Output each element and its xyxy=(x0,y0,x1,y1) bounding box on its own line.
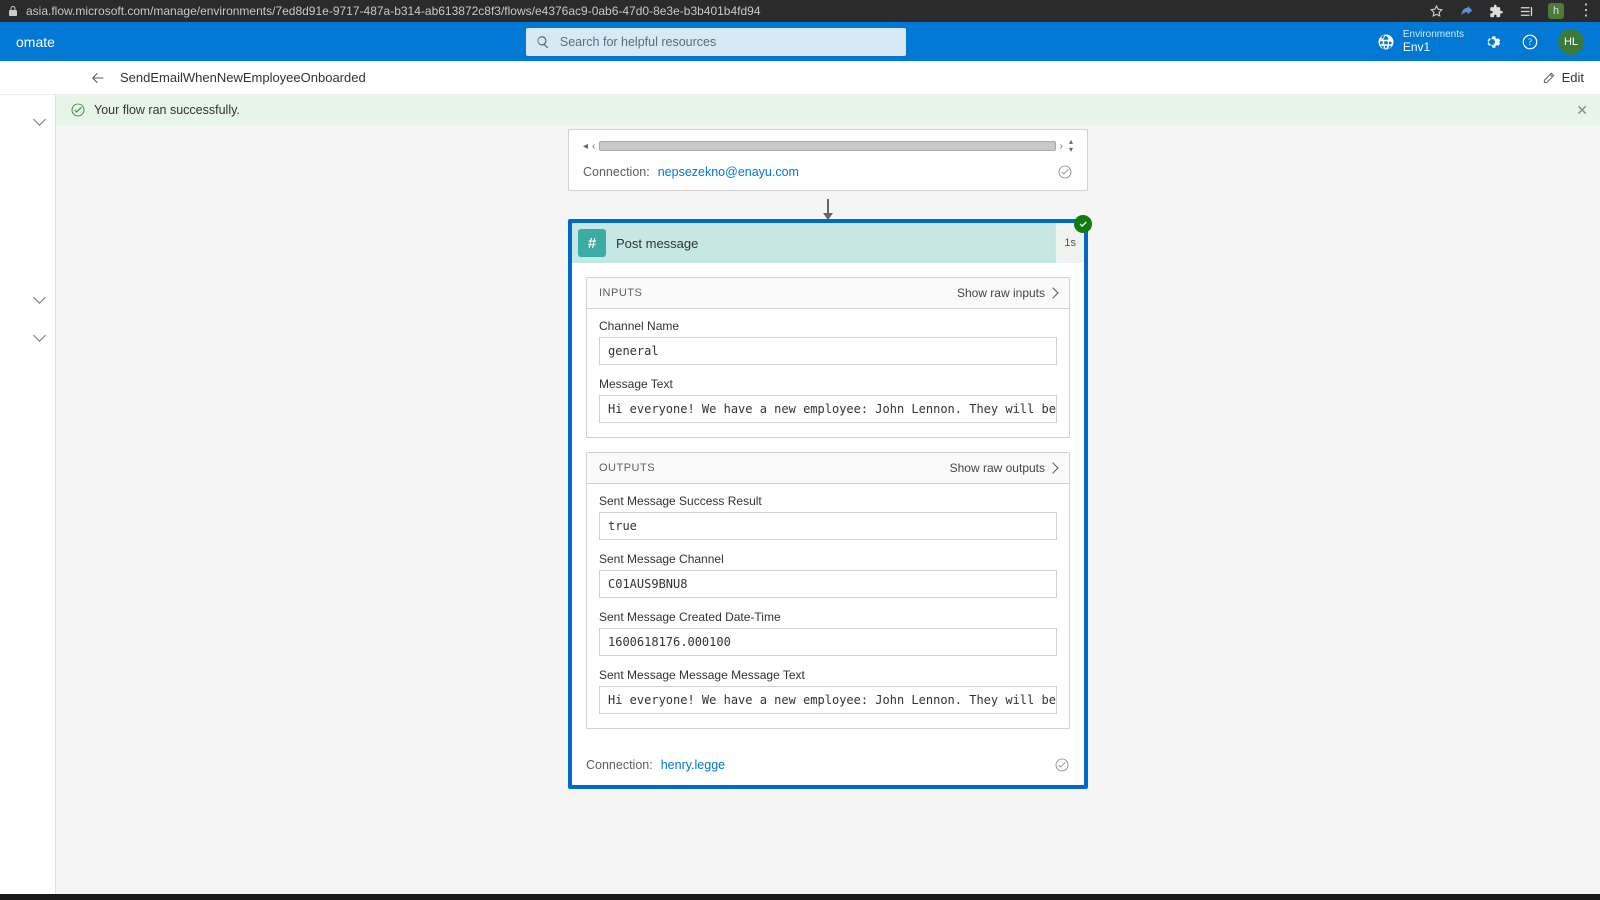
inputs-section: INPUTS Show raw inputs Channel Name gene… xyxy=(586,277,1070,438)
step-body: INPUTS Show raw inputs Channel Name gene… xyxy=(572,263,1084,753)
connection-link[interactable]: nepsezekno@enayu.com xyxy=(658,165,799,179)
connector-arrow xyxy=(568,191,1088,219)
extensions-icon[interactable] xyxy=(1488,3,1504,19)
browser-chrome: asia.flow.microsoft.com/manage/environme… xyxy=(0,0,1600,22)
chevron-down-icon xyxy=(35,293,45,303)
chevron-right-icon xyxy=(1047,287,1058,298)
env-name: Env1 xyxy=(1403,40,1464,54)
search-wrap xyxy=(55,28,1377,56)
address-bar[interactable]: asia.flow.microsoft.com/manage/environme… xyxy=(26,4,1428,18)
extension-badge[interactable]: h xyxy=(1548,3,1564,19)
outputs-label: OUTPUTS xyxy=(599,462,655,474)
field-value[interactable]: true xyxy=(599,512,1057,540)
output-success: Sent Message Success Result true xyxy=(599,494,1057,540)
step-post-message[interactable]: # Post message 1s INPUTS Show raw inputs xyxy=(568,219,1088,789)
caret-left-icon[interactable]: ◂ xyxy=(583,141,588,152)
connection-link[interactable]: henry.legge xyxy=(661,758,725,772)
field-label: Sent Message Created Date-Time xyxy=(599,610,1057,624)
search-icon xyxy=(536,35,550,49)
avatar[interactable]: HL xyxy=(1558,29,1584,55)
browser-menu-icon[interactable]: ⋮ xyxy=(1578,3,1594,19)
header-right: Environments Env1 ? HL xyxy=(1377,29,1584,55)
close-banner-button[interactable]: ✕ xyxy=(1576,102,1588,119)
status-success-badge xyxy=(1074,215,1092,233)
gutter-collapse-1[interactable] xyxy=(0,101,55,139)
main: Your flow ran successfully. ✕ ◂ ‹ › ▴▾ C… xyxy=(0,95,1600,894)
step-header[interactable]: # Post message 1s xyxy=(572,223,1084,263)
check-circle-icon xyxy=(1054,757,1070,773)
outputs-header: OUTPUTS Show raw outputs xyxy=(587,453,1069,484)
show-raw-inputs-label: Show raw inputs xyxy=(957,286,1045,300)
field-label: Sent Message Channel xyxy=(599,552,1057,566)
chevron-down-icon xyxy=(35,331,45,341)
reading-list-icon[interactable] xyxy=(1518,3,1534,19)
step-title: Post message xyxy=(616,236,1055,251)
show-raw-outputs-label: Show raw outputs xyxy=(950,461,1045,475)
pencil-icon xyxy=(1542,71,1556,85)
environment-icon xyxy=(1377,33,1395,51)
check-circle-icon xyxy=(1057,164,1073,180)
chevron-right-icon[interactable]: › xyxy=(1060,141,1063,152)
lock-icon xyxy=(6,4,20,18)
field-label: Channel Name xyxy=(599,319,1057,333)
chevron-right-icon xyxy=(1047,462,1058,473)
star-icon[interactable] xyxy=(1428,3,1444,19)
environment-picker[interactable]: Environments Env1 xyxy=(1377,29,1464,54)
field-label: Message Text xyxy=(599,377,1057,391)
prev-step-card: ◂ ‹ › ▴▾ Connection: nepsezekno@enayu.co… xyxy=(568,129,1088,191)
output-channel: Sent Message Channel C01AUS9BNU8 xyxy=(599,552,1057,598)
output-date: Sent Message Created Date-Time 160061817… xyxy=(599,610,1057,656)
field-label: Sent Message Success Result xyxy=(599,494,1057,508)
canvas[interactable]: Your flow ran successfully. ✕ ◂ ‹ › ▴▾ C… xyxy=(56,95,1600,894)
edit-button[interactable]: Edit xyxy=(1542,70,1584,85)
edit-label: Edit xyxy=(1562,70,1584,85)
gutter-collapse-2[interactable] xyxy=(0,279,55,317)
search-input[interactable] xyxy=(558,34,896,50)
show-raw-outputs-link[interactable]: Show raw outputs xyxy=(950,461,1057,475)
check-circle-icon xyxy=(70,102,86,118)
gutter-collapse-3[interactable] xyxy=(0,317,55,355)
chevron-down-icon xyxy=(35,115,45,125)
connection-label: Connection: xyxy=(583,165,650,179)
success-message: Your flow ran successfully. xyxy=(94,103,240,117)
inputs-header: INPUTS Show raw inputs xyxy=(587,278,1069,309)
command-bar: SendEmailWhenNewEmployeeOnboarded Edit xyxy=(0,61,1600,95)
success-banner: Your flow ran successfully. ✕ xyxy=(56,95,1600,125)
horizontal-scroll[interactable]: ◂ ‹ › ▴▾ xyxy=(583,138,1073,154)
back-button[interactable] xyxy=(86,66,110,90)
taskbar xyxy=(0,894,1600,900)
input-message-text: Message Text Hi everyone! We have a new … xyxy=(599,377,1057,423)
search-box[interactable] xyxy=(526,28,906,56)
field-value[interactable]: Hi everyone! We have a new employee: Joh… xyxy=(599,395,1057,423)
settings-icon[interactable] xyxy=(1482,32,1502,52)
browser-actions: h ⋮ xyxy=(1428,3,1594,19)
field-value[interactable]: Hi everyone! We have a new employee: Joh… xyxy=(599,686,1057,714)
help-icon[interactable]: ? xyxy=(1520,32,1540,52)
slack-icon: # xyxy=(578,229,606,257)
chevron-left-icon[interactable]: ‹ xyxy=(592,141,595,152)
flow-column: ◂ ‹ › ▴▾ Connection: nepsezekno@enayu.co… xyxy=(568,129,1088,789)
field-label: Sent Message Message Message Text xyxy=(599,668,1057,682)
share-icon[interactable] xyxy=(1458,3,1474,19)
field-value[interactable]: general xyxy=(599,337,1057,365)
show-raw-inputs-link[interactable]: Show raw inputs xyxy=(957,286,1057,300)
input-channel-name: Channel Name general xyxy=(599,319,1057,365)
app-brand: omate xyxy=(16,34,55,50)
left-gutter xyxy=(0,95,56,894)
output-text: Sent Message Message Message Text Hi eve… xyxy=(599,668,1057,714)
app-header: omate Environments Env1 ? HL xyxy=(0,22,1600,61)
step-connection-row: Connection: henry.legge xyxy=(572,753,1084,785)
field-value[interactable]: C01AUS9BNU8 xyxy=(599,570,1057,598)
outputs-section: OUTPUTS Show raw outputs Sent Message Su… xyxy=(586,452,1070,729)
inputs-label: INPUTS xyxy=(599,287,642,299)
prev-connection-row: Connection: nepsezekno@enayu.com xyxy=(583,164,1073,180)
spinner-icon[interactable]: ▴▾ xyxy=(1069,138,1073,154)
flow-title: SendEmailWhenNewEmployeeOnboarded xyxy=(120,70,366,85)
field-value[interactable]: 1600618176.000100 xyxy=(599,628,1057,656)
svg-text:?: ? xyxy=(1528,37,1532,47)
env-label: Environments xyxy=(1403,29,1464,40)
connection-label: Connection: xyxy=(586,758,653,772)
